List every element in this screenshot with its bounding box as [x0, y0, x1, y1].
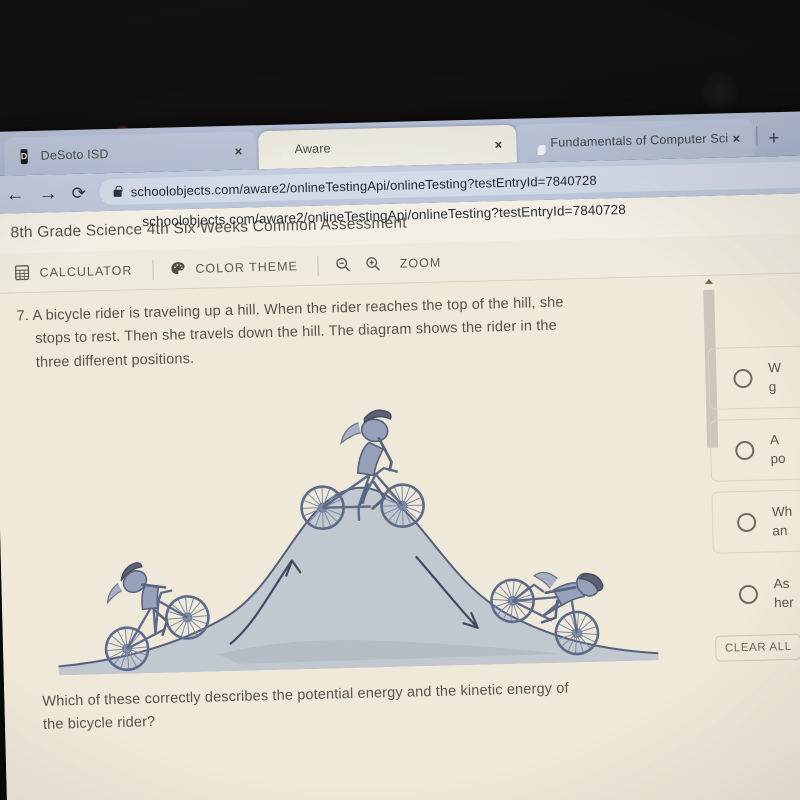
- calculator-label: CALCULATOR: [39, 262, 133, 280]
- browser-tab-fundamentals-of-computer-science[interactable]: Fundamentals of Computer Scien ×: [513, 118, 755, 163]
- zoom-controls: ZOOM: [335, 253, 460, 273]
- radio-button[interactable]: [736, 512, 757, 532]
- hill-bicycle-diagram: [51, 365, 659, 676]
- radio-button[interactable]: [738, 584, 759, 604]
- bezel-reflection: [700, 70, 740, 116]
- new-tab-button[interactable]: +: [768, 128, 780, 150]
- calculator-icon: [14, 265, 30, 281]
- answer-option-c[interactable]: Wh an: [711, 488, 800, 554]
- lock-icon: [113, 189, 122, 197]
- calculator-button[interactable]: CALCULATOR: [13, 261, 150, 281]
- color-theme-button[interactable]: COLOR THEME: [169, 257, 316, 278]
- answer-options-list: W g A po Wh an As her CLEAR ALL: [707, 344, 800, 662]
- close-icon[interactable]: ×: [230, 143, 246, 158]
- answer-option-b[interactable]: A po: [709, 416, 800, 482]
- address-bar-url: schoolobjects.com/aware2/onlineTestingAp…: [130, 172, 597, 199]
- globe-icon: [270, 142, 285, 157]
- radio-button[interactable]: [733, 368, 753, 388]
- toolbar-divider: [152, 259, 154, 280]
- browser-tab-label: DeSoto ISD: [40, 147, 109, 163]
- close-icon[interactable]: ×: [728, 130, 744, 146]
- question-content-area: 7. A bicycle rider is traveling up a hil…: [0, 272, 800, 800]
- question-prompt: Which of these correctly describes the p…: [42, 676, 643, 738]
- globe-blue-icon: [526, 136, 541, 151]
- browser-tab-desoto-isd[interactable]: D DeSoto ISD ×: [4, 131, 258, 176]
- answer-option-label: W g: [768, 359, 782, 395]
- scroll-up-arrow[interactable]: [704, 278, 714, 284]
- tab-divider: [756, 126, 758, 145]
- magnifier-minus-icon[interactable]: [335, 256, 352, 273]
- rider-hair: [106, 583, 122, 605]
- palette-icon: [171, 262, 185, 275]
- browser-tab-label: Aware: [294, 141, 331, 157]
- browser-tab-aware[interactable]: Aware ×: [258, 124, 517, 170]
- answer-option-label: As her: [773, 575, 794, 611]
- forward-button[interactable]: →: [38, 183, 58, 204]
- close-icon[interactable]: ×: [490, 136, 506, 152]
- desoto-icon: D: [16, 148, 31, 164]
- reload-button[interactable]: ⟳: [71, 183, 86, 202]
- answer-option-d[interactable]: As her: [713, 561, 800, 626]
- color-theme-label: COLOR THEME: [195, 258, 299, 276]
- zoom-label: ZOOM: [399, 255, 442, 271]
- back-button[interactable]: ←: [5, 184, 25, 205]
- toolbar-divider: [317, 255, 320, 276]
- answer-option-label: A po: [769, 431, 786, 467]
- browser-tab-label: Fundamentals of Computer Scien: [550, 131, 729, 150]
- answer-option-label: Wh an: [771, 503, 793, 539]
- magnifier-plus-icon[interactable]: [365, 255, 382, 272]
- clear-all-button[interactable]: CLEAR ALL: [714, 633, 800, 662]
- browser-window: D DeSoto ISD × Aware × Fundamentals of C…: [0, 110, 800, 800]
- question-number: 7.: [16, 308, 30, 325]
- radio-button[interactable]: [735, 440, 755, 460]
- rider-hair: [339, 422, 361, 445]
- question-stem: 7. A bicycle rider is traveling up a hil…: [16, 289, 648, 375]
- answer-option-a[interactable]: W g: [707, 344, 800, 410]
- photo-of-screen: D DeSoto ISD × Aware × Fundamentals of C…: [0, 0, 800, 800]
- assessment-page: 8th Grade Science 4th Six Weeks Common A…: [0, 192, 800, 800]
